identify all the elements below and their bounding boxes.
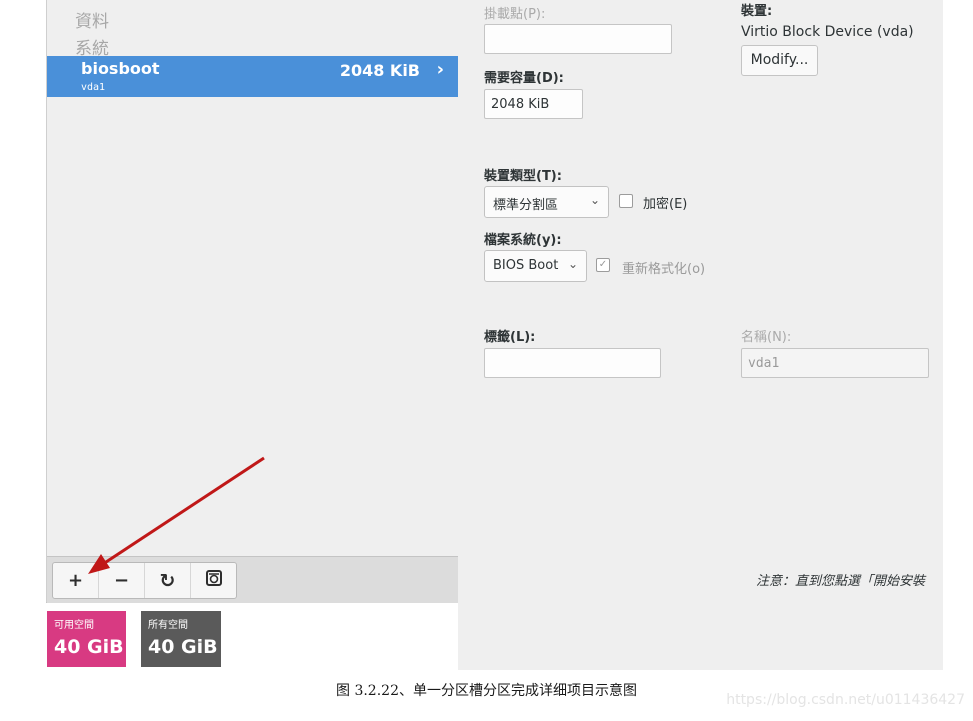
annotation-arrow <box>88 456 265 574</box>
watermark: https://blog.csdn.net/u011436427 <box>726 692 965 708</box>
